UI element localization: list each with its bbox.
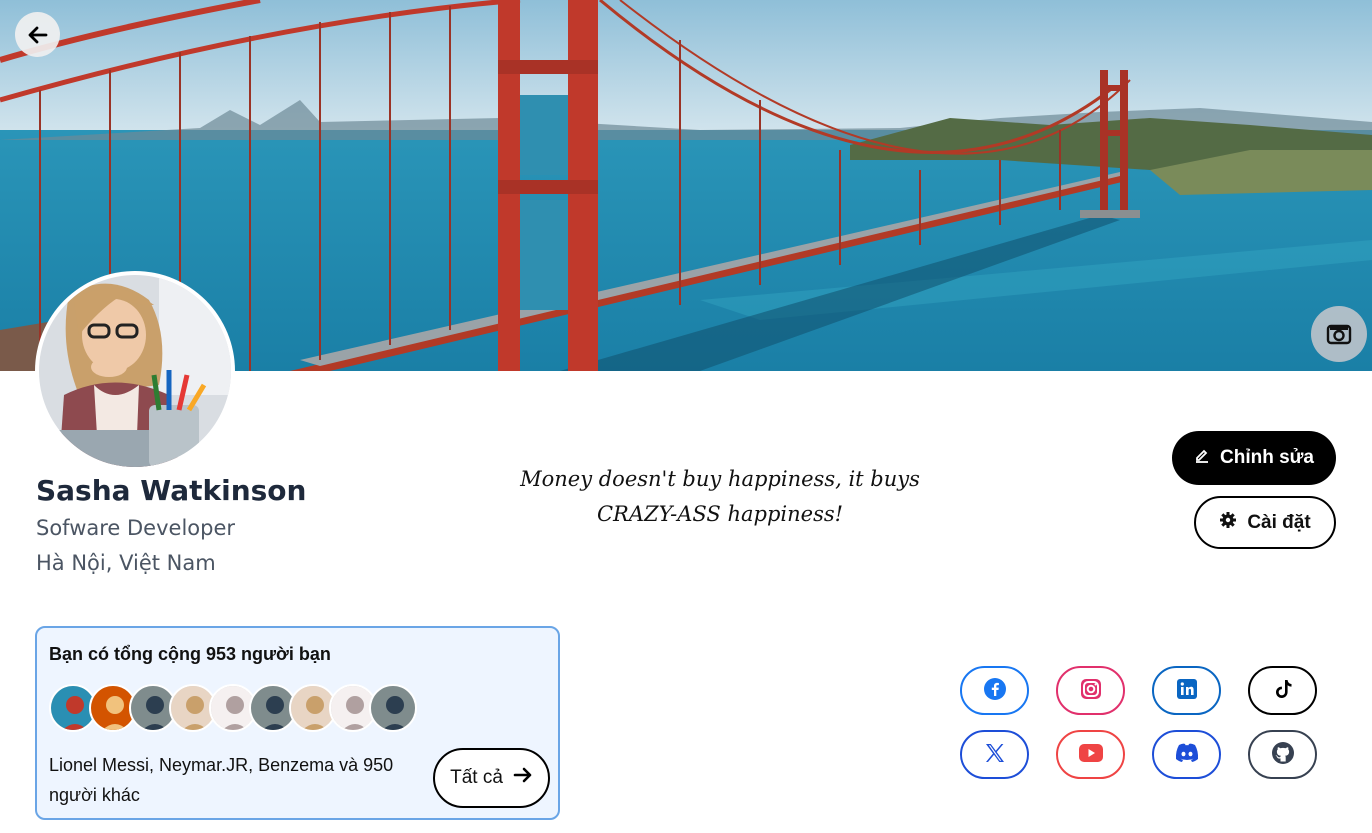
profile-location: Hà Nội, Việt Nam [36,551,216,575]
friends-names: Lionel Messi, Neymar.JR, Benzema và 950 … [49,755,394,805]
avatar-image [39,275,231,467]
profile-name: Sasha Watkinson [36,474,307,507]
discord-button[interactable] [1152,730,1221,779]
settings-label: Cài đặt [1247,511,1311,533]
instagram-button[interactable] [1056,666,1125,715]
linkedin-icon [1175,677,1199,705]
pencil-icon [1194,447,1210,469]
gear-icon [1219,511,1237,535]
camera-icon [1326,322,1352,346]
github-icon [1271,741,1295,769]
edit-label: Chỉnh sửa [1220,447,1314,468]
profile-job-title: Sofware Developer [36,516,236,540]
see-all-label: Tất cả [450,767,503,788]
github-button[interactable] [1248,730,1317,779]
quote-line-1: Money doesn't buy happiness, it buys [520,467,920,491]
profile-page: Sasha Watkinson Sofware Developer Hà Nội… [0,0,1372,833]
arrow-left-icon [26,23,50,47]
quote-line-2: CRAZY-ASS happiness! [596,502,844,526]
friends-count-title: Bạn có tổng cộng 953 người bạn [49,644,331,664]
friend-avatars [49,684,429,734]
edit-profile-button[interactable]: Chỉnh sửa [1172,431,1336,485]
tiktok-button[interactable] [1248,666,1317,715]
friend-avatar[interactable] [369,684,417,732]
settings-button[interactable]: Cài đặt [1194,496,1336,549]
see-all-friends-button[interactable]: Tất cả [433,748,550,808]
avatar[interactable] [35,271,235,471]
youtube-icon [1078,743,1104,767]
x-twitter-icon [983,741,1007,769]
youtube-button[interactable] [1056,730,1125,779]
change-cover-button[interactable] [1311,306,1367,362]
x-twitter-button[interactable] [960,730,1029,779]
facebook-button[interactable] [960,666,1029,715]
back-button[interactable] [15,12,60,57]
discord-icon [1174,742,1200,768]
profile-quote: Money doesn't buy happiness, it buys CRA… [520,462,920,532]
facebook-icon [983,677,1007,705]
tiktok-icon [1271,677,1295,705]
linkedin-button[interactable] [1152,666,1221,715]
arrow-right-icon [513,765,533,791]
instagram-icon [1079,677,1103,705]
friends-card: Bạn có tổng cộng 953 người bạn Lionel Me… [35,626,560,820]
